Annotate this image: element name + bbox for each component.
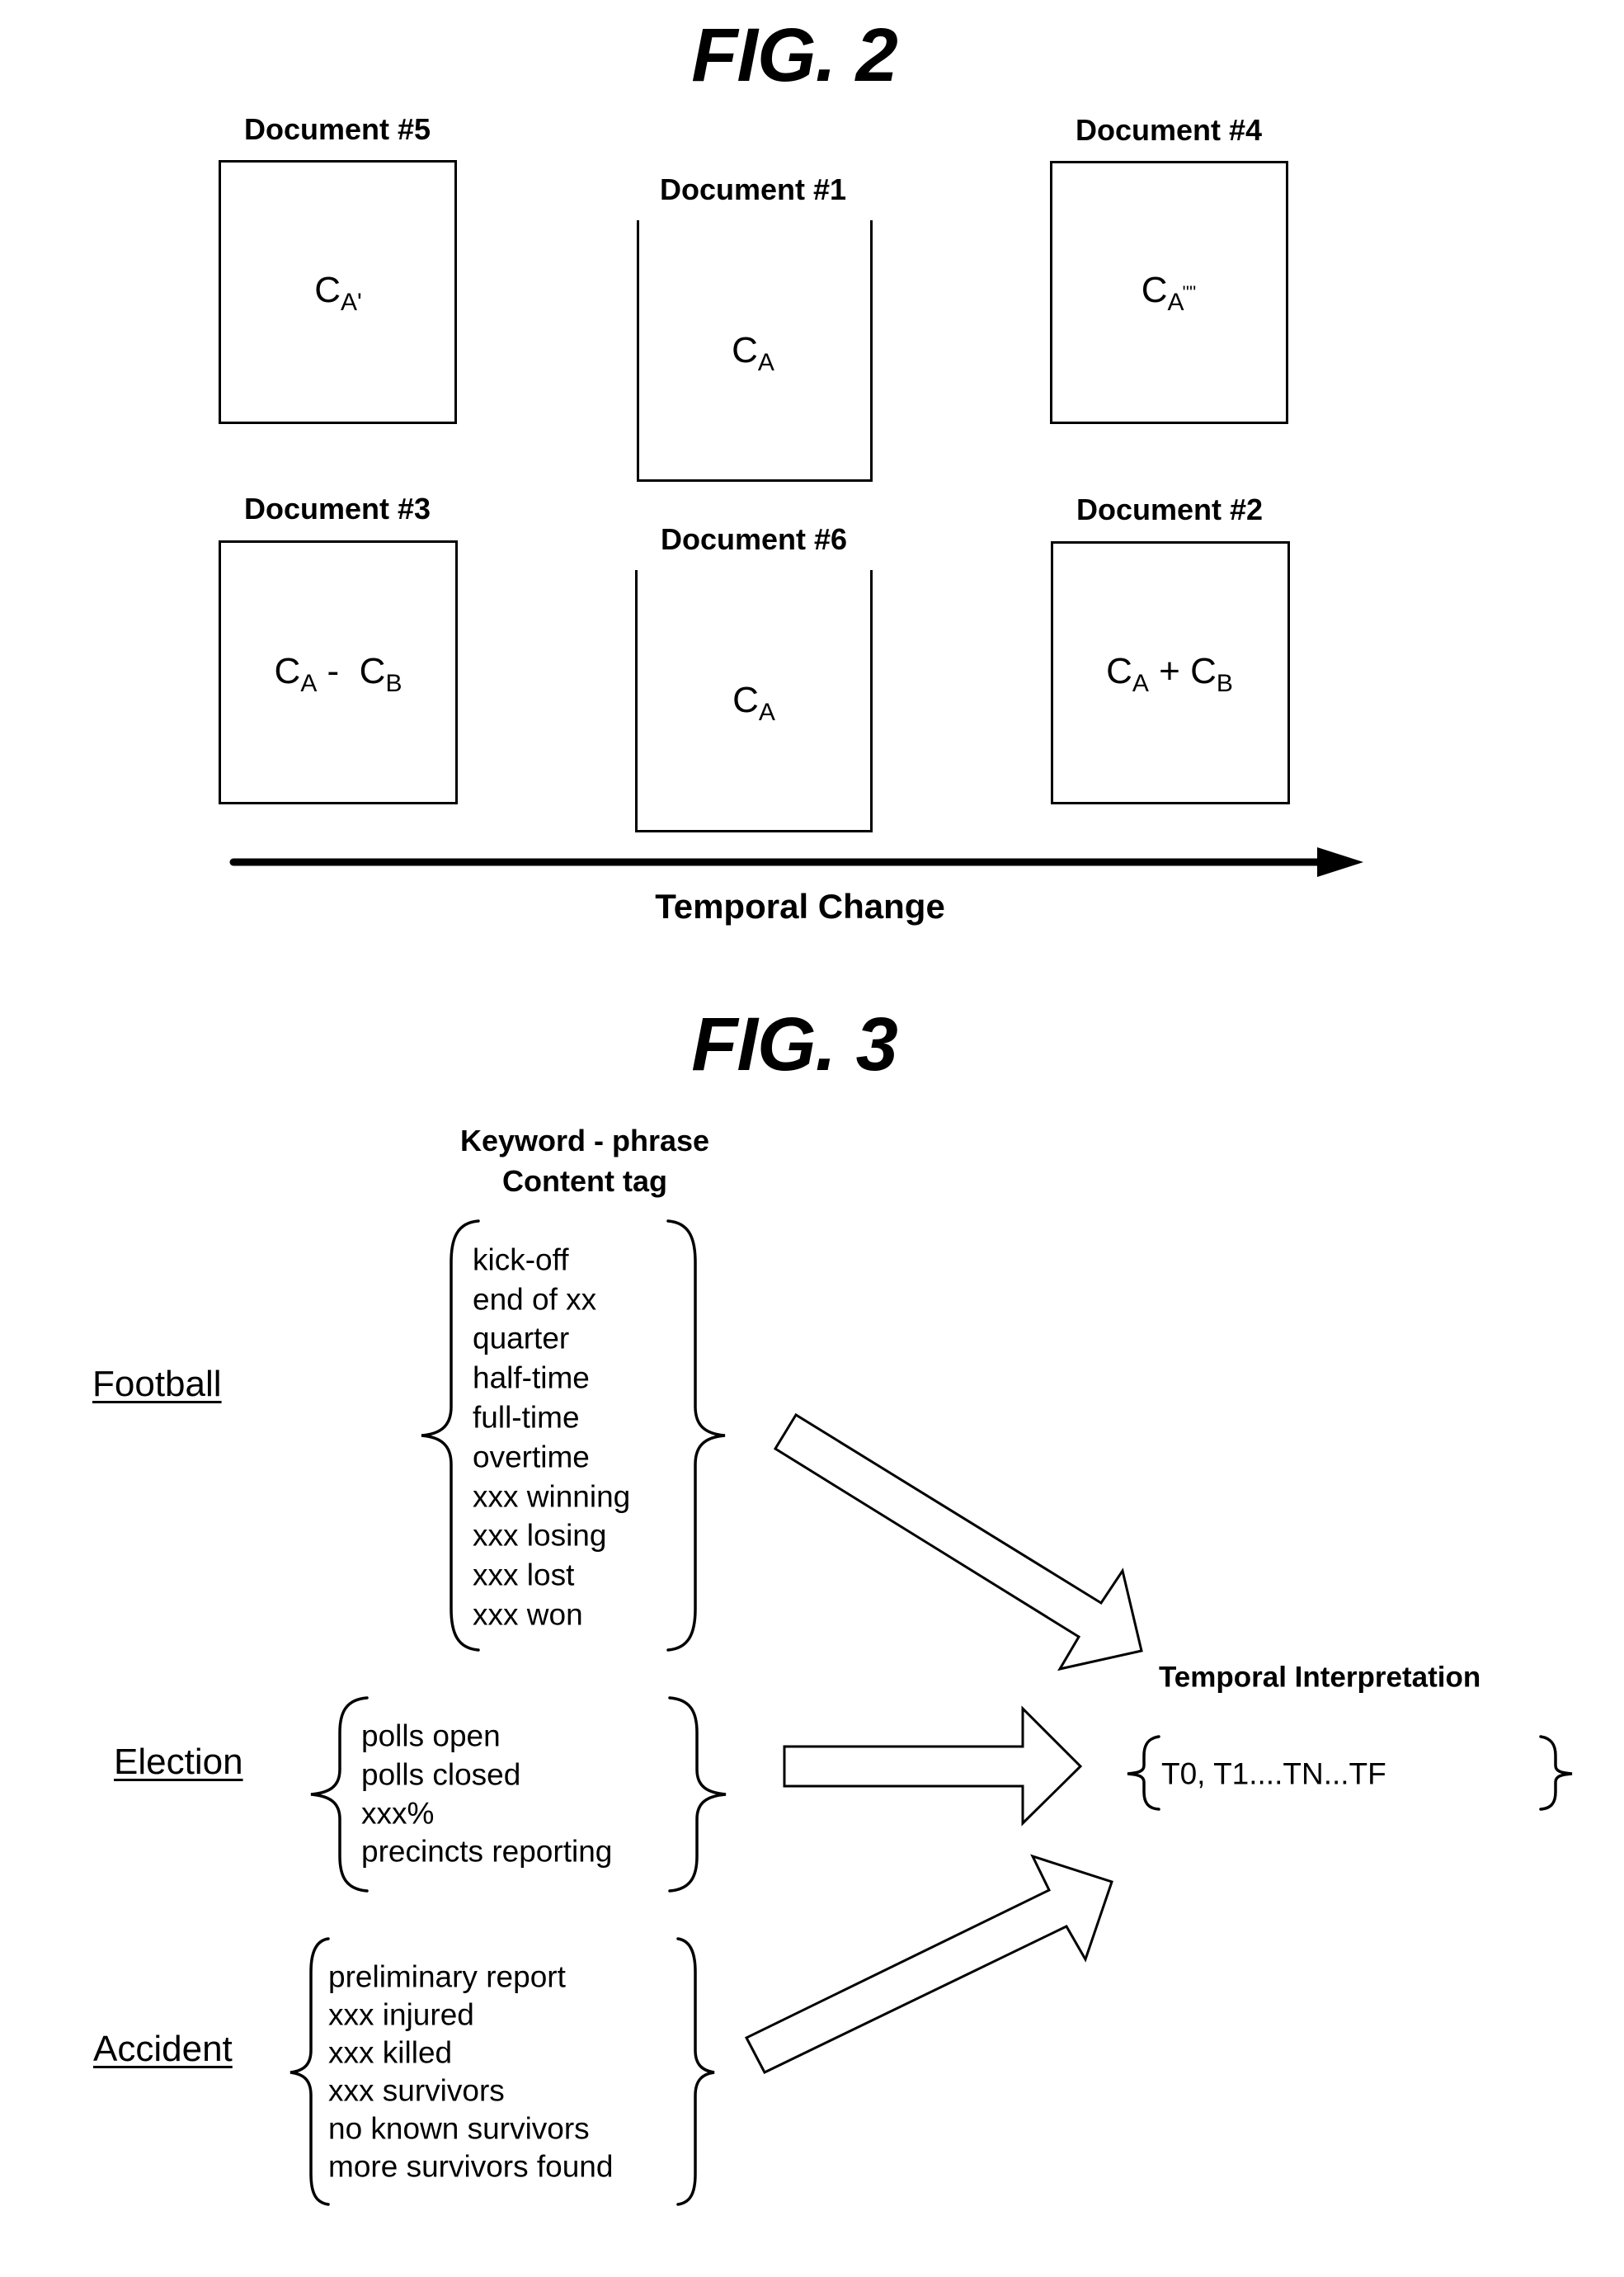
keyword-item: xxx injured (328, 1997, 474, 2032)
category-football: Football (92, 1364, 222, 1404)
football-right-brace (666, 1219, 726, 1652)
keyword-item: no known survivors (328, 2111, 590, 2146)
category-election: Election (114, 1742, 243, 1782)
keyword-item: half-time (473, 1360, 590, 1395)
temporal-change-arrow (229, 847, 1363, 877)
keyword-item: more survivors found (328, 2149, 614, 2184)
keyword-item: xxx% (361, 1796, 435, 1831)
keyword-item: end of xx (473, 1282, 597, 1317)
keyword-item: precincts reporting (361, 1834, 613, 1869)
accident-left-brace (289, 1937, 330, 2206)
election-to-interpretation-arrow (783, 1705, 1083, 1827)
keyword-item: kick-off (473, 1242, 569, 1277)
fig3-title: FIG. 3 (691, 1002, 898, 1087)
temporal-interpretation-title: Temporal Interpretation (1159, 1661, 1481, 1694)
keyword-item: quarter (473, 1321, 570, 1355)
keyword-item: xxx lost (473, 1558, 575, 1592)
keyword-item: xxx killed (328, 2035, 453, 2070)
keyword-item: xxx losing (473, 1518, 607, 1553)
election-right-brace (668, 1696, 727, 1893)
accident-to-interpretation-arrow (744, 1854, 1113, 2074)
keyword-item: xxx winning (473, 1479, 631, 1514)
election-left-brace (310, 1696, 369, 1893)
fig-graphics (229, 847, 1573, 2206)
temporal-change-label: Temporal Change (655, 887, 945, 926)
keyword-item: full-time (473, 1400, 580, 1435)
column-header-line1: Keyword - phrase (459, 1124, 710, 1157)
keyword-item: polls open (361, 1718, 501, 1753)
keyword-item: preliminary report (328, 1959, 566, 1994)
keyword-item: xxx won (473, 1597, 583, 1632)
football-to-interpretation-arrow (773, 1412, 1143, 1671)
arrow-head-icon (1317, 847, 1363, 877)
interpretation-right-brace (1539, 1735, 1573, 1811)
keyword-item: polls closed (361, 1757, 521, 1792)
keyword-item: xxx survivors (328, 2073, 505, 2108)
keyword-item: overtime (473, 1440, 590, 1474)
column-header-line2: Content tag (502, 1164, 667, 1198)
category-accident: Accident (93, 2029, 233, 2069)
interpretation-left-brace (1127, 1735, 1160, 1811)
football-left-brace (421, 1219, 480, 1652)
accident-right-brace (676, 1937, 715, 2206)
temporal-interpretation-sequence: T0, T1....TN...TF (1161, 1756, 1386, 1791)
